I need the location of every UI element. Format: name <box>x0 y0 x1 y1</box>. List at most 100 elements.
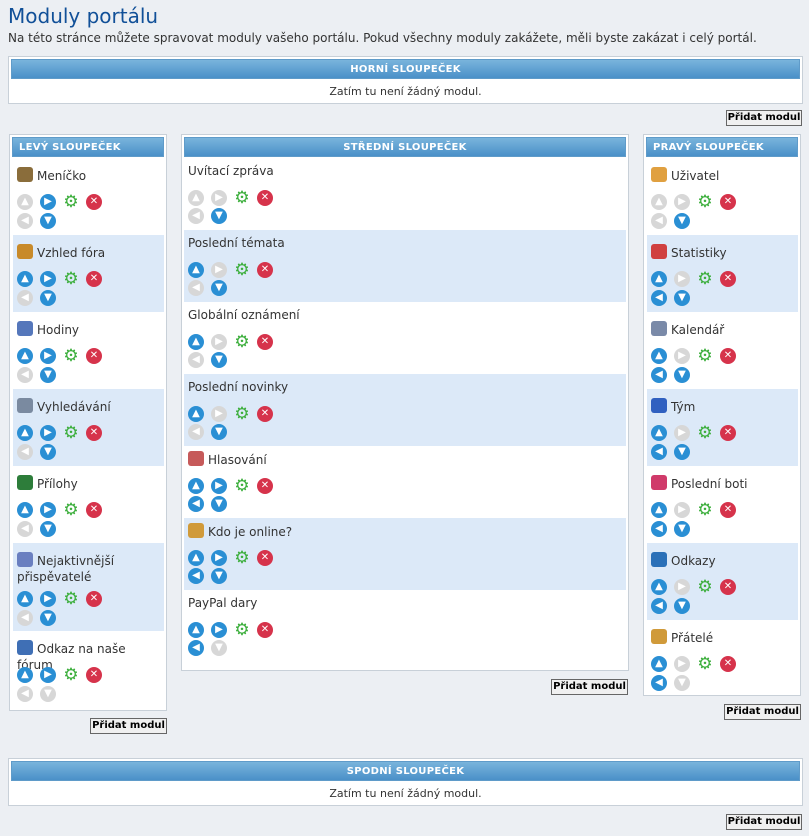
move-down-button[interactable]: ▼ <box>674 290 690 306</box>
move-down-button[interactable]: ▼ <box>211 496 227 512</box>
move-left-button[interactable]: ◀ <box>651 521 667 537</box>
delete-module-button[interactable]: ✕ <box>257 190 273 206</box>
move-up-button[interactable]: ▲ <box>17 271 33 287</box>
move-up-button[interactable]: ▲ <box>651 579 667 595</box>
settings-gear-icon[interactable]: ⚙ <box>697 425 713 442</box>
settings-gear-icon[interactable]: ⚙ <box>697 579 713 596</box>
move-right-button[interactable]: ▶ <box>211 550 227 566</box>
move-right-button[interactable]: ▶ <box>40 271 56 287</box>
move-down-button[interactable]: ▼ <box>674 367 690 383</box>
move-down-button[interactable]: ▼ <box>674 444 690 460</box>
move-down-button[interactable]: ▼ <box>40 213 56 229</box>
move-right-button[interactable]: ▶ <box>40 502 56 518</box>
move-right-button[interactable]: ▶ <box>40 194 56 210</box>
move-down-button[interactable]: ▼ <box>40 367 56 383</box>
move-down-button[interactable]: ▼ <box>674 598 690 614</box>
delete-module-button[interactable]: ✕ <box>86 667 102 683</box>
move-up-button[interactable]: ▲ <box>17 667 33 683</box>
delete-module-button[interactable]: ✕ <box>86 348 102 364</box>
settings-gear-icon[interactable]: ⚙ <box>63 425 79 442</box>
settings-gear-icon[interactable]: ⚙ <box>63 502 79 519</box>
move-left-button[interactable]: ◀ <box>651 444 667 460</box>
move-down-button[interactable]: ▼ <box>211 280 227 296</box>
settings-gear-icon[interactable]: ⚙ <box>234 478 250 495</box>
delete-module-button[interactable]: ✕ <box>720 425 736 441</box>
move-left-button[interactable]: ◀ <box>188 640 204 656</box>
move-down-button[interactable]: ▼ <box>40 290 56 306</box>
delete-module-button[interactable]: ✕ <box>720 656 736 672</box>
delete-module-button[interactable]: ✕ <box>720 502 736 518</box>
move-up-button[interactable]: ▲ <box>188 334 204 350</box>
settings-gear-icon[interactable]: ⚙ <box>234 334 250 351</box>
move-down-button[interactable]: ▼ <box>211 352 227 368</box>
move-left-button[interactable]: ◀ <box>188 568 204 584</box>
bottom-add-module-button[interactable]: Přidat modul <box>726 814 802 830</box>
delete-module-button[interactable]: ✕ <box>257 478 273 494</box>
move-up-button[interactable]: ▲ <box>188 262 204 278</box>
delete-module-button[interactable]: ✕ <box>720 348 736 364</box>
delete-module-button[interactable]: ✕ <box>86 591 102 607</box>
settings-gear-icon[interactable]: ⚙ <box>697 271 713 288</box>
move-left-button[interactable]: ◀ <box>651 598 667 614</box>
move-up-button[interactable]: ▲ <box>188 478 204 494</box>
settings-gear-icon[interactable]: ⚙ <box>234 622 250 639</box>
move-right-button[interactable]: ▶ <box>40 667 56 683</box>
move-up-button[interactable]: ▲ <box>651 425 667 441</box>
move-up-button[interactable]: ▲ <box>188 406 204 422</box>
delete-module-button[interactable]: ✕ <box>257 622 273 638</box>
move-up-button[interactable]: ▲ <box>651 348 667 364</box>
move-down-button[interactable]: ▼ <box>211 568 227 584</box>
move-down-button[interactable]: ▼ <box>40 444 56 460</box>
settings-gear-icon[interactable]: ⚙ <box>697 656 713 673</box>
left-add-module-button[interactable]: Přidat modul <box>90 718 167 734</box>
move-left-button[interactable]: ◀ <box>188 496 204 512</box>
settings-gear-icon[interactable]: ⚙ <box>697 502 713 519</box>
settings-gear-icon[interactable]: ⚙ <box>63 194 79 211</box>
move-up-button[interactable]: ▲ <box>651 502 667 518</box>
move-up-button[interactable]: ▲ <box>188 550 204 566</box>
delete-module-button[interactable]: ✕ <box>257 262 273 278</box>
delete-module-button[interactable]: ✕ <box>86 425 102 441</box>
settings-gear-icon[interactable]: ⚙ <box>63 591 79 608</box>
settings-gear-icon[interactable]: ⚙ <box>63 271 79 288</box>
move-down-button[interactable]: ▼ <box>40 521 56 537</box>
right-add-module-button[interactable]: Přidat modul <box>724 704 801 720</box>
settings-gear-icon[interactable]: ⚙ <box>234 262 250 279</box>
settings-gear-icon[interactable]: ⚙ <box>63 348 79 365</box>
delete-module-button[interactable]: ✕ <box>257 334 273 350</box>
move-right-button[interactable]: ▶ <box>40 425 56 441</box>
move-right-button[interactable]: ▶ <box>40 348 56 364</box>
delete-module-button[interactable]: ✕ <box>86 271 102 287</box>
move-right-button[interactable]: ▶ <box>211 622 227 638</box>
move-up-button[interactable]: ▲ <box>651 271 667 287</box>
settings-gear-icon[interactable]: ⚙ <box>234 406 250 423</box>
top-add-module-button[interactable]: Přidat modul <box>726 110 802 126</box>
center-add-module-button[interactable]: Přidat modul <box>551 679 628 695</box>
move-down-button[interactable]: ▼ <box>674 521 690 537</box>
settings-gear-icon[interactable]: ⚙ <box>63 667 79 684</box>
move-up-button[interactable]: ▲ <box>17 425 33 441</box>
move-up-button[interactable]: ▲ <box>651 656 667 672</box>
delete-module-button[interactable]: ✕ <box>257 406 273 422</box>
move-up-button[interactable]: ▲ <box>17 591 33 607</box>
move-down-button[interactable]: ▼ <box>40 610 56 626</box>
move-left-button[interactable]: ◀ <box>651 290 667 306</box>
settings-gear-icon[interactable]: ⚙ <box>697 348 713 365</box>
move-up-button[interactable]: ▲ <box>188 622 204 638</box>
delete-module-button[interactable]: ✕ <box>86 194 102 210</box>
delete-module-button[interactable]: ✕ <box>86 502 102 518</box>
move-up-button[interactable]: ▲ <box>17 348 33 364</box>
delete-module-button[interactable]: ✕ <box>720 194 736 210</box>
move-right-button[interactable]: ▶ <box>40 591 56 607</box>
move-down-button[interactable]: ▼ <box>674 213 690 229</box>
delete-module-button[interactable]: ✕ <box>720 271 736 287</box>
delete-module-button[interactable]: ✕ <box>257 550 273 566</box>
move-left-button[interactable]: ◀ <box>651 367 667 383</box>
settings-gear-icon[interactable]: ⚙ <box>234 190 250 207</box>
move-down-button[interactable]: ▼ <box>211 424 227 440</box>
settings-gear-icon[interactable]: ⚙ <box>234 550 250 567</box>
delete-module-button[interactable]: ✕ <box>720 579 736 595</box>
move-down-button[interactable]: ▼ <box>211 208 227 224</box>
settings-gear-icon[interactable]: ⚙ <box>697 194 713 211</box>
move-right-button[interactable]: ▶ <box>211 478 227 494</box>
